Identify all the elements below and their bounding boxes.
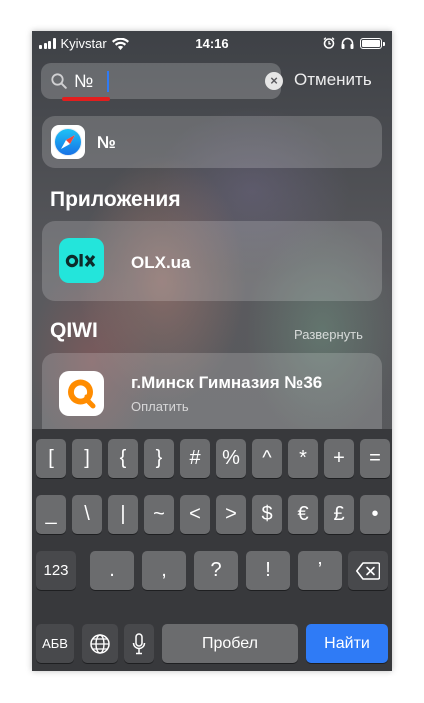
battery-icon [360,37,385,49]
suggestion-text: № [97,133,116,152]
key[interactable]: € [288,495,318,534]
key[interactable]: = [360,439,390,478]
backspace-icon [356,562,381,580]
space-key[interactable]: Пробел [162,624,298,663]
expand-button[interactable]: Развернуть [294,327,363,342]
status-right [323,37,385,49]
status-bar: Kyivstar 14:16 [32,31,392,57]
key[interactable]: ? [194,551,238,590]
key[interactable]: ] [72,439,102,478]
key[interactable]: { [108,439,138,478]
keyboard: [ ] { } # % ^ * + = _ \ | ~ < > $ € £ • … [32,429,392,671]
highlight-underline [62,97,110,101]
key[interactable]: * [288,439,318,478]
app-result-olx[interactable]: OLX.ua [42,221,382,301]
text-caret [107,71,109,92]
dictation-key[interactable] [124,624,154,663]
backspace-key[interactable] [348,551,388,590]
numbers-key[interactable]: 123 [36,551,76,590]
key[interactable]: [ [36,439,66,478]
key[interactable]: # [180,439,210,478]
key[interactable]: \ [72,495,102,534]
qiwi-subtitle: Оплатить [131,399,189,414]
language-key[interactable]: АБВ [36,624,74,663]
search-icon [51,73,67,89]
key[interactable]: _ [36,495,66,534]
microphone-icon [132,633,146,655]
key[interactable]: ! [246,551,290,590]
globe-icon [90,634,110,654]
olx-icon [59,238,104,283]
key[interactable]: ’ [298,551,342,590]
search-field[interactable]: × [41,63,283,99]
qiwi-icon [59,371,104,416]
app-name: OLX.ua [131,253,191,272]
key[interactable]: ^ [252,439,282,478]
clear-icon[interactable]: × [265,72,283,90]
key[interactable]: > [216,495,246,534]
key[interactable]: + [324,439,354,478]
search-go-button[interactable]: Найти [306,624,388,663]
section-title-qiwi: QIWI [50,319,98,342]
headphones-icon [341,37,354,49]
key[interactable]: . [90,551,134,590]
section-title-apps: Приложения [50,188,181,211]
key[interactable]: • [360,495,390,534]
key[interactable]: % [216,439,246,478]
suggestion-row[interactable]: № [42,116,382,168]
search-input[interactable] [74,67,249,95]
key[interactable]: £ [324,495,354,534]
key[interactable]: | [108,495,138,534]
alarm-icon [323,37,335,49]
phone-screen: Kyivstar 14:16 × Отменить № Приложения O… [32,31,392,671]
key[interactable]: $ [252,495,282,534]
key[interactable]: ~ [144,495,174,534]
cancel-button[interactable]: Отменить [294,70,372,90]
key[interactable]: , [142,551,186,590]
safari-icon [51,125,85,159]
qiwi-title: г.Минск Гимназия №36 [131,373,323,392]
key[interactable]: < [180,495,210,534]
key[interactable]: } [144,439,174,478]
globe-key[interactable] [82,624,118,663]
